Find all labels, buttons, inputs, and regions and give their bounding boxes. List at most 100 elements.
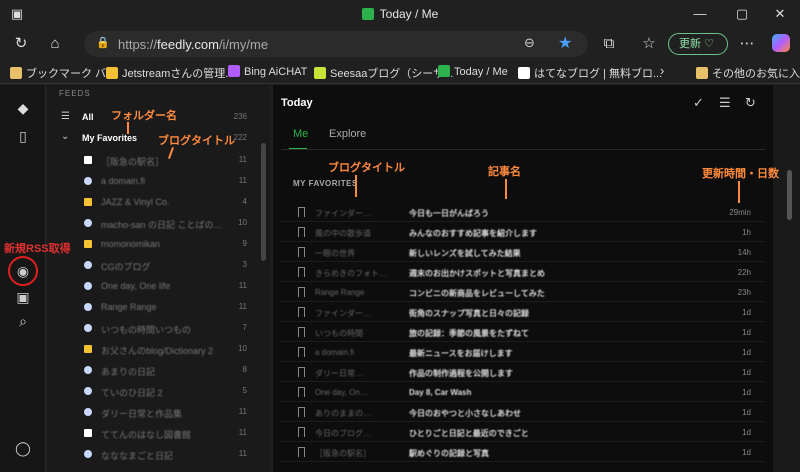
annotation-updated: 更新時間・日数 xyxy=(702,168,779,180)
tab-explore[interactable]: Explore xyxy=(329,128,366,140)
more-menu-icon[interactable]: ⋯ xyxy=(736,33,758,55)
feed-unread-count: 7 xyxy=(242,323,247,332)
feed-item[interactable]: One day, One life 11 xyxy=(47,276,259,296)
feeds-scrollbar[interactable] xyxy=(261,143,266,261)
bookmark-icon[interactable] xyxy=(298,347,305,357)
article-row[interactable]: ダリー日常… 作品の制作過程を公開します 1d xyxy=(281,363,765,382)
bookmark-icon[interactable] xyxy=(298,407,305,417)
minimize-button[interactable]: — xyxy=(680,4,720,24)
bookmark-icon[interactable] xyxy=(298,327,305,337)
article-title-text: みんなのおすすめ記事を紹介します xyxy=(409,229,537,238)
feed-item[interactable]: いつもの時間いつもの 7 xyxy=(47,318,259,338)
bookmark-icon[interactable] xyxy=(298,287,305,297)
feed-favicon-icon xyxy=(84,282,92,290)
favorites-icon[interactable]: ☆ xyxy=(638,33,660,55)
bookmark-icon[interactable] xyxy=(298,207,305,217)
bookmark-icon[interactable] xyxy=(298,367,305,377)
maximize-button[interactable]: ▢ xyxy=(722,4,762,24)
feed-item[interactable]: ていのひ日記 2 5 xyxy=(47,381,259,401)
feedly-logo-icon[interactable]: ◆ xyxy=(14,99,32,117)
feed-item[interactable]: macho-san の日記 ことばの... 10 xyxy=(47,213,259,233)
search-icon[interactable]: ⌕ xyxy=(14,312,32,330)
bookmark-label: Jetstreamさんの管理... xyxy=(122,68,235,80)
feed-item[interactable]: ててんのはなし図書館 11 xyxy=(47,423,259,443)
mark-read-icon[interactable]: ✓ xyxy=(693,95,704,111)
feed-favicon-icon xyxy=(84,261,92,269)
bookmark-icon[interactable] xyxy=(298,227,305,237)
bookmark-folder-bar[interactable]: ブックマーク バー xyxy=(10,65,117,81)
article-row[interactable]: ［阪急の駅名］ 駅めぐりの記録と写真 1d xyxy=(281,443,765,462)
feedly-favicon-icon xyxy=(361,8,374,20)
url-text: https://feedly.com/i/my/me xyxy=(118,37,268,52)
update-button[interactable]: 更新 ♡ xyxy=(668,33,728,55)
feed-item[interactable]: CGのブログ 3 xyxy=(47,255,259,275)
article-title-text: 作品の制作過程を公開します xyxy=(409,369,513,378)
layout-list-icon[interactable]: ☰ xyxy=(719,95,731,111)
feed-name: Range Range xyxy=(101,302,157,312)
folder-count: 222 xyxy=(233,133,247,142)
bookmark-seesaa[interactable]: Seesaaブログ（シーサ... xyxy=(314,65,453,81)
refresh-icon[interactable]: ↻ xyxy=(745,95,756,111)
bookmark-icon[interactable] xyxy=(298,427,305,437)
article-row[interactable]: ファインダー… 街角のスナップ写真と日々の記録 1d xyxy=(281,303,765,322)
feed-item[interactable]: ダリー日常と作品集 11 xyxy=(47,402,259,422)
bookmark-feedly[interactable]: Today / Me xyxy=(438,65,508,78)
article-row[interactable]: 風の中の散歩道 みんなのおすすめ記事を紹介します 1h xyxy=(281,223,765,242)
feed-unread-count: 8 xyxy=(242,365,247,374)
navigation-bar: ↻ ⌂ 🔒 https://feedly.com/i/my/me ⊖ ★ ⧉ ☆… xyxy=(0,28,800,60)
article-title-text: 週末のお出かけスポットと写真まとめ xyxy=(409,269,545,278)
feed-item[interactable]: あまりの日記 8 xyxy=(47,360,259,380)
article-title: みんなのおすすめ記事を紹介します xyxy=(409,228,729,239)
feed-item[interactable]: ［阪急の駅名］ 11 xyxy=(47,150,259,170)
update-heart-icon: ♡ xyxy=(704,38,714,50)
article-row[interactable]: One day, On… Day 8, Car Wash 1d xyxy=(281,383,765,402)
bookmark-bing-aichat[interactable]: Bing AiCHAT xyxy=(228,65,307,78)
bookmarks-overflow-chevron-icon[interactable]: › xyxy=(660,63,664,78)
article-row[interactable]: いつもの時間 旅の記録：季節の風景をたずねて 1d xyxy=(281,323,765,342)
section-title: MY FAVORITES xyxy=(293,179,358,188)
sidebar-toggle-icon[interactable]: ▯ xyxy=(14,127,32,145)
zoom-icon[interactable]: ⊖ xyxy=(524,35,535,51)
bookmark-hatena[interactable]: はてなブログ | 無料ブロ... xyxy=(518,65,662,81)
article-row[interactable]: ありのままの… 今日のおやつと小さなしあわせ 1d xyxy=(281,403,765,422)
bookmark-icon[interactable] xyxy=(298,447,305,457)
article-row[interactable]: 今日のブログ… ひとりごと日記と最近のできごと 1d xyxy=(281,423,765,442)
bookmark-icon[interactable] xyxy=(298,247,305,257)
feed-item[interactable]: a domain.fi 11 xyxy=(47,171,259,191)
refresh-icon[interactable]: ↻ xyxy=(10,33,32,55)
bookmark-icon[interactable] xyxy=(298,307,305,317)
bookmark-other-favorites[interactable]: その他のお気に入り xyxy=(696,65,800,81)
article-row[interactable]: a domain.fi 最新ニュースをお届けします 1d xyxy=(281,343,765,362)
feed-item[interactable]: なななまごと日記 11 xyxy=(47,444,259,464)
main-content: Today ✓ ☰ ↻ Me Explore MY FAVORITES ファイン… xyxy=(273,85,773,472)
copilot-icon[interactable] xyxy=(772,34,790,52)
home-icon[interactable]: ⌂ xyxy=(44,33,66,55)
article-row[interactable]: Range Range コンビニの新商品をレビューしてみた 23h xyxy=(281,283,765,302)
address-bar[interactable]: 🔒 https://feedly.com/i/my/me ⊖ ★ xyxy=(84,31,588,57)
close-button[interactable]: ✕ xyxy=(760,4,800,24)
article-title: 旅の記録：季節の風景をたずねて xyxy=(409,328,729,339)
bookmark-icon[interactable] xyxy=(298,387,305,397)
feed-unread-count: 11 xyxy=(238,449,247,458)
feed-item[interactable]: お父さんのblog/Dictionary 2 10 xyxy=(47,339,259,359)
feed-item[interactable]: momonomikan 9 xyxy=(47,234,259,254)
article-row[interactable]: きらめきのフォト… 週末のお出かけスポットと写真まとめ 22h xyxy=(281,263,765,282)
favorite-star-icon[interactable]: ★ xyxy=(558,33,572,53)
feed-favicon-icon xyxy=(84,450,92,458)
feed-favicon-icon xyxy=(84,219,92,227)
board-icon[interactable]: ▣ xyxy=(14,288,32,306)
bookmark-jetstream[interactable]: Jetstreamさんの管理... xyxy=(106,65,234,81)
feed-name: momonomikan xyxy=(101,239,161,249)
tab-me[interactable]: Me xyxy=(293,128,308,140)
feed-name: あまりの日記 xyxy=(101,367,156,377)
bookmark-icon[interactable] xyxy=(298,267,305,277)
feed-name: One day, One life xyxy=(101,281,171,291)
feed-item[interactable]: Range Range 11 xyxy=(47,297,259,317)
user-avatar-icon[interactable]: ◯ xyxy=(14,439,32,457)
main-scrollbar[interactable] xyxy=(787,170,792,220)
list-icon: ☰ xyxy=(61,111,70,122)
article-row[interactable]: ファインダー… 今日も一日がんばろう 29min xyxy=(281,203,765,222)
extensions-icon[interactable]: ⧉ xyxy=(598,33,620,55)
article-row[interactable]: 一眼の世界 新しいレンズを試してみた結果 14h xyxy=(281,243,765,262)
feed-item[interactable]: JAZZ & Vinyl Co. 4 xyxy=(47,192,259,212)
